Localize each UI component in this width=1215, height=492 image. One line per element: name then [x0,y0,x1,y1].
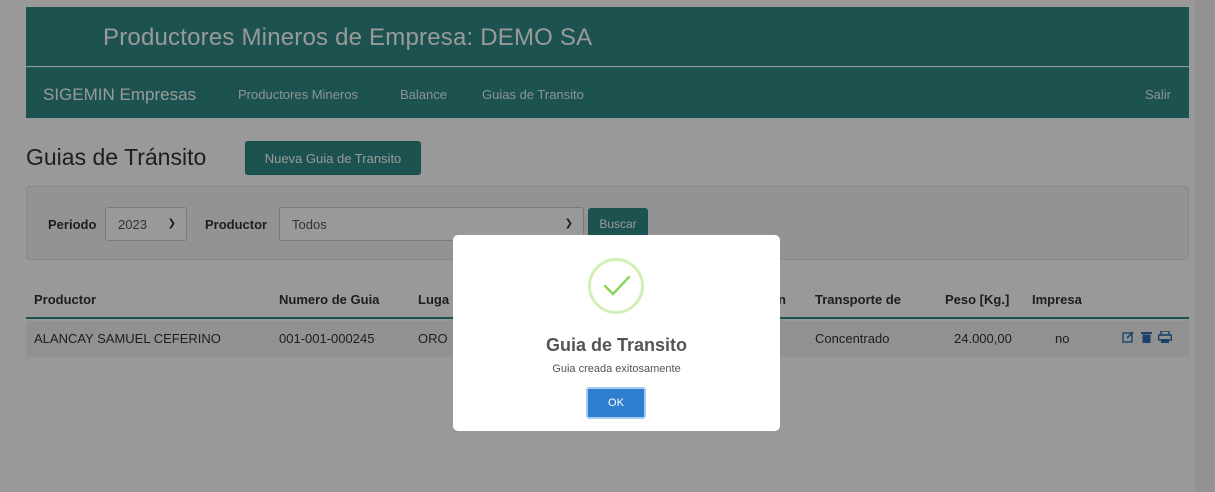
ok-button[interactable]: OK [586,387,646,419]
dialog-title: Guia de Transito [545,335,688,355]
success-check-icon [588,258,644,314]
dialog-message: Guia creada exitosamente [552,363,681,375]
success-dialog: Guia de Transito Guia creada exitosament… [453,235,780,431]
